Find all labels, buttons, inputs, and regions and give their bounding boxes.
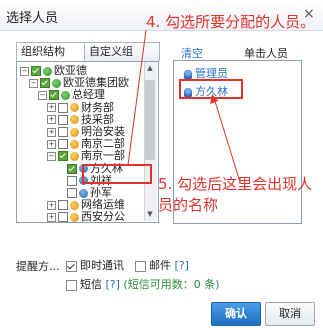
instant-message-checkbox[interactable] <box>66 260 77 272</box>
arrow-line-step5 <box>213 97 241 183</box>
cancel-button[interactable]: 取消 <box>265 302 315 326</box>
sms-checkbox[interactable] <box>66 279 77 291</box>
confirm-button[interactable]: 确认 <box>211 302 261 326</box>
arrow-line-step4 <box>127 29 147 166</box>
sms-help-link[interactable]: [?] <box>106 278 120 291</box>
instant-message-option[interactable]: 即时通讯 <box>66 257 124 273</box>
mail-help-link[interactable]: [?] <box>175 259 189 272</box>
sms-quota: (短信可用数：0 条) <box>123 278 220 291</box>
mail-option[interactable]: 邮件 [?] <box>135 257 189 273</box>
arrowhead-icon <box>210 94 218 104</box>
sms-option[interactable]: 短信 [?] (短信可用数：0 条) <box>66 276 220 292</box>
remind-label: 提醒方... <box>16 260 60 273</box>
mail-checkbox[interactable] <box>135 260 146 272</box>
